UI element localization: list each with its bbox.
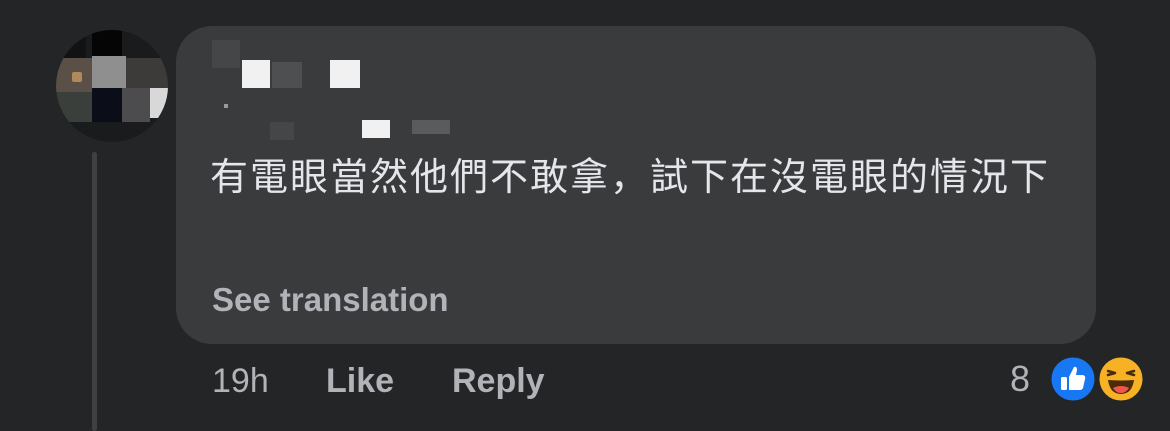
comment-text: 有電眼當然他們不敢拿，試下在沒電眼的情況下 <box>210 155 1051 199</box>
reaction-count[interactable]: 8 <box>1010 358 1030 400</box>
like-icon[interactable] <box>1048 354 1098 404</box>
haha-icon[interactable] <box>1096 354 1146 404</box>
comment-timestamp[interactable]: 19h <box>212 362 269 401</box>
reply-button[interactable]: Reply <box>452 362 545 401</box>
thread-line <box>92 152 97 431</box>
avatar[interactable] <box>56 30 168 142</box>
like-button[interactable]: Like <box>326 362 394 401</box>
see-translation-link[interactable]: See translation <box>212 281 449 319</box>
